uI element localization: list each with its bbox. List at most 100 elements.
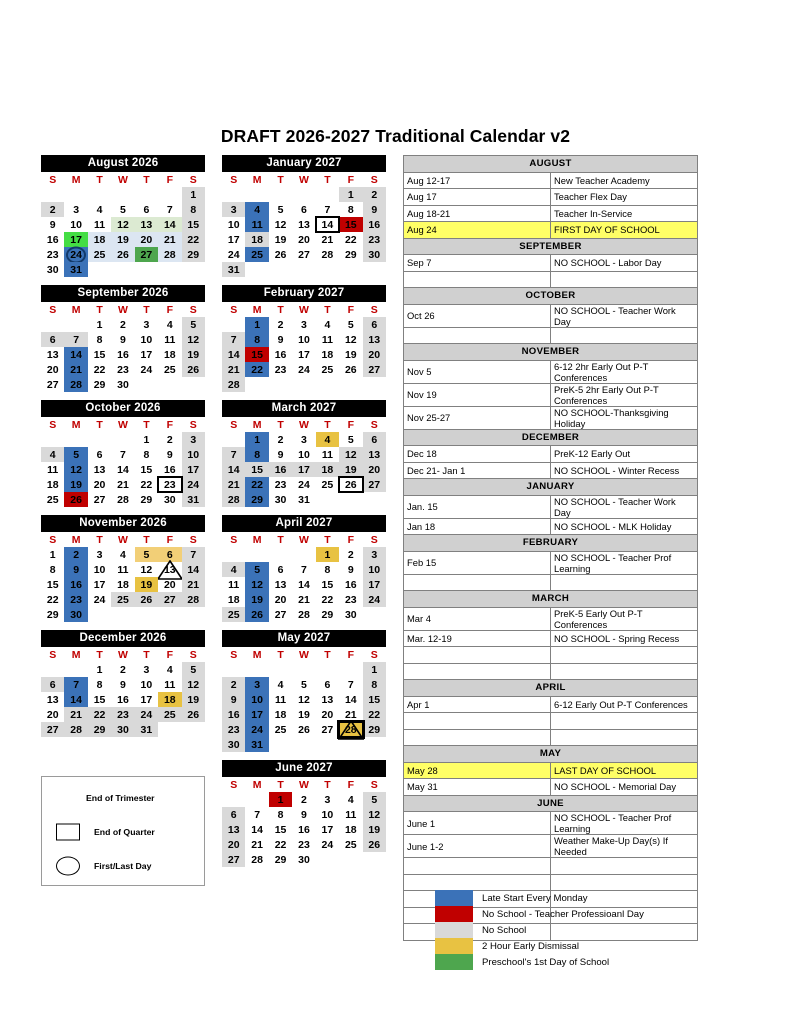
day-cell[interactable]: 16 bbox=[41, 232, 64, 247]
day-cell[interactable]: 3 bbox=[135, 662, 158, 677]
day-cell[interactable]: 19 bbox=[181, 347, 205, 362]
events-row[interactable]: Sep 7 NO SCHOOL - Labor Day bbox=[403, 254, 698, 272]
day-cell[interactable]: 2 bbox=[111, 662, 134, 677]
day-cell[interactable]: 14 bbox=[222, 462, 246, 477]
events-row[interactable]: Mar 4 PreK-5 Early Out P-T Conferences bbox=[403, 606, 698, 631]
day-cell[interactable]: 19 bbox=[64, 477, 88, 492]
day-cell[interactable]: 4 bbox=[245, 202, 269, 217]
day-cell[interactable]: 24 bbox=[181, 477, 205, 492]
day-cell[interactable]: 28 bbox=[337, 719, 365, 740]
day-cell[interactable]: 29 bbox=[339, 247, 362, 262]
day-cell[interactable]: 6 bbox=[362, 432, 386, 447]
day-cell[interactable]: 13 bbox=[269, 577, 292, 592]
day-cell[interactable]: 11 bbox=[339, 807, 362, 822]
day-cell[interactable]: 15 bbox=[362, 692, 386, 707]
day-cell[interactable]: 5 bbox=[269, 202, 292, 217]
day-cell[interactable]: 14 bbox=[292, 577, 315, 592]
day-cell[interactable]: 7 bbox=[222, 332, 246, 347]
day-cell[interactable]: 14 bbox=[339, 692, 362, 707]
day-cell[interactable]: 2 bbox=[64, 547, 88, 562]
day-cell[interactable]: 29 bbox=[269, 852, 292, 867]
day-cell[interactable]: 12 bbox=[64, 462, 88, 477]
day-cell[interactable]: 12 bbox=[362, 807, 386, 822]
day-cell[interactable]: 17 bbox=[222, 232, 245, 247]
day-cell[interactable]: 25 bbox=[158, 362, 181, 377]
day-cell[interactable]: 8 bbox=[245, 332, 269, 347]
day-cell[interactable]: 9 bbox=[362, 202, 386, 217]
day-cell[interactable]: 7 bbox=[158, 202, 181, 217]
day-cell[interactable]: 18 bbox=[222, 592, 245, 607]
day-cell[interactable]: 10 bbox=[245, 692, 269, 707]
day-cell[interactable]: 11 bbox=[316, 332, 339, 347]
day-cell[interactable]: 29 bbox=[88, 377, 111, 392]
events-row[interactable] bbox=[403, 270, 698, 288]
day-cell[interactable]: 26 bbox=[245, 607, 269, 622]
events-row[interactable]: Jan. 15 NO SCHOOL - Teacher Work Day bbox=[403, 494, 698, 519]
day-cell[interactable]: 8 bbox=[88, 677, 111, 692]
day-cell[interactable]: 21 bbox=[181, 577, 205, 592]
day-cell[interactable]: 23 bbox=[64, 592, 88, 607]
day-cell[interactable]: 4 bbox=[158, 662, 181, 677]
day-cell[interactable]: 28 bbox=[222, 377, 246, 392]
day-cell[interactable]: 20 bbox=[41, 362, 64, 377]
day-cell[interactable]: 24 bbox=[64, 246, 88, 263]
day-cell[interactable]: 14 bbox=[245, 822, 268, 837]
day-cell[interactable]: 16 bbox=[111, 347, 134, 362]
day-cell[interactable]: 20 bbox=[362, 462, 386, 477]
day-cell[interactable]: 6 bbox=[41, 332, 65, 347]
day-cell[interactable]: 5 bbox=[362, 792, 386, 807]
day-cell[interactable]: 15 bbox=[41, 577, 64, 592]
day-cell[interactable]: 8 bbox=[88, 332, 111, 347]
day-cell[interactable]: 1 bbox=[268, 792, 293, 807]
day-cell[interactable]: 22 bbox=[316, 592, 339, 607]
day-cell[interactable]: 11 bbox=[269, 692, 292, 707]
day-cell[interactable]: 19 bbox=[245, 592, 269, 607]
day-cell[interactable]: 8 bbox=[362, 677, 386, 692]
day-cell[interactable]: 23 bbox=[362, 232, 386, 247]
day-cell[interactable]: 22 bbox=[245, 477, 269, 492]
day-cell[interactable]: 9 bbox=[269, 332, 292, 347]
day-cell[interactable]: 11 bbox=[88, 217, 111, 232]
day-cell[interactable]: 20 bbox=[134, 232, 159, 247]
day-cell[interactable]: 21 bbox=[245, 837, 268, 852]
day-cell[interactable]: 9 bbox=[41, 217, 64, 232]
day-cell[interactable]: 11 bbox=[222, 577, 245, 592]
day-cell[interactable]: 21 bbox=[64, 707, 88, 722]
day-cell[interactable]: 25 bbox=[269, 722, 292, 737]
day-cell[interactable]: 18 bbox=[245, 232, 269, 247]
day-cell[interactable]: 13 bbox=[362, 447, 386, 462]
day-cell[interactable]: 10 bbox=[64, 217, 87, 232]
day-cell[interactable]: 18 bbox=[269, 707, 292, 722]
day-cell[interactable]: 19 bbox=[292, 707, 315, 722]
events-row[interactable] bbox=[403, 326, 698, 344]
day-cell[interactable]: 13 bbox=[134, 217, 159, 232]
day-cell[interactable]: 7 bbox=[181, 547, 205, 562]
day-cell[interactable]: 8 bbox=[339, 202, 362, 217]
day-cell[interactable]: 10 bbox=[292, 332, 315, 347]
day-cell[interactable]: 2 bbox=[269, 432, 292, 447]
events-row[interactable]: Aug 24 FIRST DAY OF SCHOOL bbox=[403, 221, 698, 239]
day-cell[interactable]: 24 bbox=[245, 722, 269, 737]
day-cell[interactable]: 14 bbox=[111, 462, 134, 477]
day-cell[interactable]: 13 bbox=[41, 692, 64, 707]
day-cell[interactable]: 6 bbox=[222, 807, 246, 822]
day-cell[interactable]: 18 bbox=[316, 347, 339, 362]
day-cell[interactable]: 31 bbox=[292, 492, 315, 507]
day-cell[interactable]: 28 bbox=[222, 492, 246, 507]
day-cell[interactable]: 12 bbox=[135, 562, 158, 577]
day-cell[interactable]: 12 bbox=[339, 447, 363, 462]
day-cell[interactable]: 1 bbox=[41, 547, 64, 562]
day-cell[interactable]: 9 bbox=[111, 677, 134, 692]
day-cell[interactable]: 28 bbox=[181, 592, 205, 607]
day-cell[interactable]: 5 bbox=[134, 547, 159, 562]
day-cell[interactable]: 23 bbox=[111, 362, 134, 377]
day-cell[interactable]: 3 bbox=[245, 677, 269, 692]
day-cell[interactable]: 13 bbox=[292, 217, 315, 232]
day-cell[interactable]: 6 bbox=[88, 447, 111, 462]
day-cell[interactable]: 13 bbox=[362, 332, 386, 347]
day-cell[interactable]: 21 bbox=[111, 477, 134, 492]
day-cell[interactable]: 27 bbox=[222, 852, 246, 867]
day-cell[interactable]: 8 bbox=[181, 202, 205, 217]
day-cell[interactable]: 19 bbox=[134, 577, 159, 592]
day-cell[interactable]: 6 bbox=[316, 677, 339, 692]
